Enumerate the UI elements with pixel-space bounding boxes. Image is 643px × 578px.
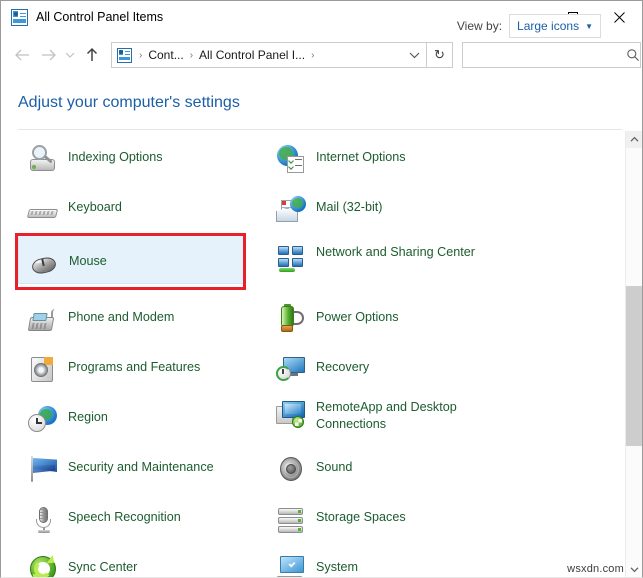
- item-indexing-options[interactable]: Indexing Options: [18, 131, 273, 181]
- item-label: Power Options: [316, 303, 399, 326]
- content-header: Adjust your computer's settings: [1, 77, 642, 129]
- item-label: Keyboard: [68, 193, 122, 216]
- item-label: RemoteApp and Desktop Connections: [316, 398, 501, 433]
- control-panel-icon: [117, 48, 132, 63]
- item-region[interactable]: Region: [18, 391, 273, 441]
- power-options-icon: [275, 303, 307, 335]
- address-chevron-down-icon[interactable]: [402, 43, 426, 67]
- indexing-options-icon: [27, 143, 59, 175]
- item-keyboard[interactable]: Keyboard: [18, 181, 273, 231]
- view-by-dropdown[interactable]: Large icons ▼: [509, 14, 601, 38]
- region-icon: [27, 403, 59, 435]
- keyboard-icon: [27, 193, 59, 225]
- item-recovery[interactable]: Recovery: [266, 341, 521, 391]
- site-watermark: wsxdn.com: [567, 563, 624, 575]
- up-arrow-icon[interactable]: [79, 40, 105, 70]
- item-label: Speech Recognition: [68, 503, 181, 526]
- back-arrow-icon[interactable]: [9, 40, 35, 70]
- scroll-up-arrow-icon[interactable]: [626, 131, 642, 148]
- mouse-icon: [28, 247, 60, 279]
- sound-icon: [275, 453, 307, 485]
- close-button[interactable]: [596, 1, 642, 33]
- item-label: Security and Maintenance: [68, 453, 214, 476]
- scrollbar-thumb[interactable]: [626, 286, 642, 446]
- breadcrumb-separator: ›: [135, 50, 146, 61]
- item-label: Sound: [316, 453, 352, 476]
- scroll-down-arrow-icon[interactable]: [626, 561, 642, 578]
- item-label: Region: [68, 403, 108, 426]
- refresh-icon: ↻: [434, 47, 445, 63]
- item-phone-and-modem[interactable]: Phone and Modem: [18, 291, 273, 341]
- item-mouse[interactable]: Mouse: [18, 234, 246, 284]
- view-by-control: View by: Large icons ▼: [457, 14, 601, 38]
- item-label: Phone and Modem: [68, 303, 174, 326]
- breadcrumb-separator: ›: [186, 50, 197, 61]
- vertical-scrollbar[interactable]: [625, 131, 641, 578]
- item-label: Internet Options: [316, 143, 406, 166]
- item-label: Indexing Options: [68, 143, 163, 166]
- item-sound[interactable]: Sound: [266, 441, 521, 491]
- search-input[interactable]: [463, 44, 626, 66]
- scrollbar-track-upper[interactable]: [626, 148, 642, 286]
- sync-center-icon: [27, 553, 59, 578]
- item-label: System: [316, 553, 358, 576]
- control-panel-icon: [11, 9, 28, 26]
- mail-icon: [275, 193, 307, 225]
- item-storage-spaces[interactable]: Storage Spaces: [266, 491, 521, 541]
- item-sync-center[interactable]: Sync Center: [18, 541, 273, 578]
- item-label: Recovery: [316, 353, 369, 376]
- item-speech-recognition[interactable]: Speech Recognition: [18, 491, 273, 541]
- view-by-value: Large icons: [517, 19, 579, 33]
- remoteapp-and-desktop-connections-icon: [275, 398, 307, 430]
- phone-and-modem-icon: [27, 303, 59, 335]
- breadcrumb-all-control-panel-items[interactable]: All Control Panel I...: [197, 48, 307, 62]
- chevron-down-icon: ▼: [585, 22, 593, 31]
- view-by-label: View by:: [457, 19, 502, 33]
- page-title: Adjust your computer's settings: [18, 94, 240, 112]
- item-internet-options[interactable]: Internet Options: [266, 131, 521, 181]
- item-security-and-maintenance[interactable]: Security and Maintenance: [18, 441, 273, 491]
- window-title: All Control Panel Items: [36, 10, 163, 24]
- breadcrumb-control-panel[interactable]: Cont...: [146, 48, 185, 62]
- navigation-toolbar: › Cont... › All Control Panel I... › ↻: [1, 33, 642, 77]
- refresh-button[interactable]: ↻: [427, 42, 453, 68]
- storage-spaces-icon: [275, 503, 307, 535]
- network-and-sharing-center-icon: [275, 243, 307, 275]
- breadcrumb-separator: ›: [307, 50, 318, 61]
- search-box[interactable]: [462, 42, 641, 68]
- item-label: Mouse: [69, 247, 107, 270]
- item-label: Mail (32-bit): [316, 193, 382, 216]
- item-power-options[interactable]: Power Options: [266, 291, 521, 341]
- item-label: Network and Sharing Center: [316, 243, 475, 261]
- internet-options-icon: [275, 143, 307, 175]
- item-label: Storage Spaces: [316, 503, 406, 526]
- recent-locations-chevron-down-icon[interactable]: [61, 40, 79, 70]
- speech-recognition-icon: [27, 503, 59, 535]
- item-programs-and-features[interactable]: Programs and Features: [18, 341, 273, 391]
- item-system[interactable]: System: [266, 541, 521, 578]
- search-icon[interactable]: [626, 48, 640, 62]
- control-panel-window: All Control Panel Items: [0, 0, 643, 578]
- item-remoteapp-and-desktop-connections[interactable]: RemoteApp and Desktop Connections: [266, 386, 521, 436]
- item-network-and-sharing-center[interactable]: Network and Sharing Center: [266, 231, 521, 281]
- item-mail[interactable]: Mail (32-bit): [266, 181, 521, 231]
- control-panel-items-list: Indexing Options Keyboard Mouse Phone an…: [1, 131, 626, 578]
- header-divider: [18, 129, 622, 130]
- item-label: Programs and Features: [68, 353, 200, 376]
- scrollbar-track-lower[interactable]: [626, 446, 642, 578]
- recovery-icon: [275, 353, 307, 385]
- item-label: Sync Center: [68, 553, 137, 576]
- security-and-maintenance-icon: [27, 453, 59, 485]
- forward-arrow-icon[interactable]: [35, 40, 61, 70]
- programs-and-features-icon: [27, 353, 59, 385]
- system-icon: [275, 553, 307, 578]
- address-bar[interactable]: › Cont... › All Control Panel I... ›: [111, 42, 427, 68]
